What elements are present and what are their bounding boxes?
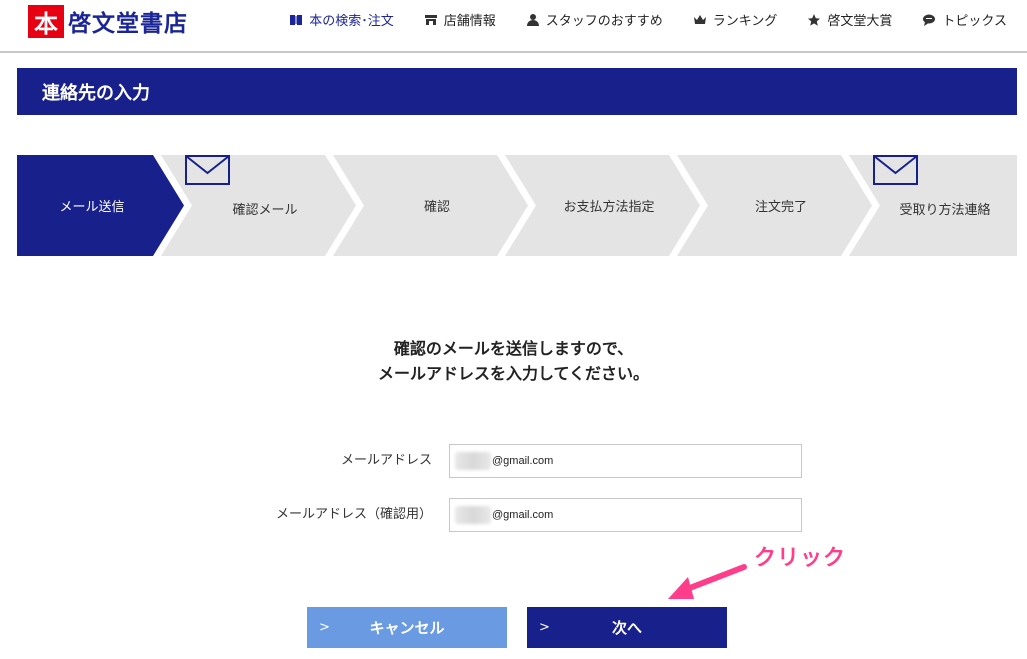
nav-label: 店舗情報 bbox=[443, 14, 496, 29]
redacted-text bbox=[455, 506, 491, 524]
email-confirm-input[interactable] bbox=[449, 498, 802, 532]
chevron-right-icon: > bbox=[539, 620, 550, 635]
step-label-text: お支払方法指定 bbox=[563, 200, 655, 215]
step-confirm-mail: 確認メール bbox=[185, 155, 345, 256]
book-icon bbox=[290, 14, 303, 25]
step-label-text: 受取り方法連絡 bbox=[899, 203, 991, 218]
nav-label: 啓文堂大賞 bbox=[827, 14, 893, 29]
page-title: 連絡先の入力 bbox=[17, 68, 1017, 115]
person-icon bbox=[526, 13, 539, 26]
site-header: 本 啓文堂書店 本の検索･注文 店舗情報 スタッフのおすすめ ランキング 啓文堂… bbox=[0, 0, 1027, 53]
chat-bubble-icon bbox=[923, 14, 936, 26]
nav-item-ranking[interactable]: ランキング bbox=[693, 10, 778, 29]
crown-icon bbox=[693, 14, 706, 24]
nav-label: ランキング bbox=[712, 14, 778, 29]
mail-icon bbox=[873, 155, 918, 185]
step-label-text: 確認 bbox=[423, 200, 450, 215]
nav-item-book-search[interactable]: 本の検索･注文 bbox=[289, 10, 394, 29]
cancel-button-label: キャンセル bbox=[369, 619, 445, 637]
message-line-1: 確認のメールを送信しますので、 bbox=[393, 339, 634, 358]
step-label-text: 注文完了 bbox=[754, 200, 807, 215]
logo-text: 啓文堂書店 bbox=[68, 11, 188, 37]
nav-label: スタッフのおすすめ bbox=[545, 14, 663, 29]
email-row: メールアドレス bbox=[0, 444, 1027, 478]
nav-label: トピックス bbox=[942, 14, 1007, 29]
nav-item-topics[interactable]: トピックス bbox=[922, 10, 1007, 29]
step-payment-method: お支払方法指定 bbox=[529, 155, 689, 256]
nav-label: 本の検索･注文 bbox=[309, 14, 394, 29]
progress-steps: メール送信 確認メール 確認 お支払方法指定 注文完了 受取り方法連絡 bbox=[17, 155, 1017, 256]
email-input[interactable] bbox=[449, 444, 802, 478]
cancel-button[interactable]: > キャンセル bbox=[307, 607, 507, 648]
email-label: メールアドレス bbox=[340, 453, 432, 468]
nav-item-staff-picks[interactable]: スタッフのおすすめ bbox=[526, 10, 663, 29]
star-icon bbox=[808, 13, 821, 26]
step-mail-send: メール送信 bbox=[17, 155, 167, 256]
annotation-arrow-icon bbox=[668, 564, 747, 599]
mail-icon bbox=[185, 155, 230, 185]
step-label-text: メール送信 bbox=[59, 200, 125, 215]
next-button[interactable]: > 次へ bbox=[527, 607, 727, 648]
site-logo[interactable]: 本 啓文堂書店 bbox=[28, 4, 188, 38]
redacted-text bbox=[455, 452, 491, 470]
store-icon bbox=[424, 14, 437, 25]
step-label-text: 確認メール bbox=[232, 203, 298, 218]
next-button-label: 次へ bbox=[611, 619, 642, 637]
nav-item-award[interactable]: 啓文堂大賞 bbox=[807, 10, 892, 29]
email-confirm-row: メールアドレス（確認用） bbox=[0, 498, 1027, 532]
step-pickup-contact: 受取り方法連絡 bbox=[873, 155, 1017, 256]
chevron-right-icon: > bbox=[319, 620, 330, 635]
instruction-message: 確認のメールを送信しますので、 メールアドレスを入力してください。 bbox=[0, 336, 1027, 386]
logo-mark: 本 bbox=[28, 4, 64, 38]
message-line-2: メールアドレスを入力してください。 bbox=[377, 364, 650, 383]
email-confirm-label: メールアドレス（確認用） bbox=[275, 507, 432, 522]
main-nav: 本の検索･注文 店舗情報 スタッフのおすすめ ランキング 啓文堂大賞 トピックス bbox=[259, 10, 1007, 29]
steps-background bbox=[17, 155, 1017, 256]
step-confirm: 確認 bbox=[357, 155, 517, 256]
step-order-complete: 注文完了 bbox=[701, 155, 861, 256]
nav-item-store-info[interactable]: 店舗情報 bbox=[424, 10, 496, 29]
click-annotation: クリック bbox=[754, 546, 847, 571]
